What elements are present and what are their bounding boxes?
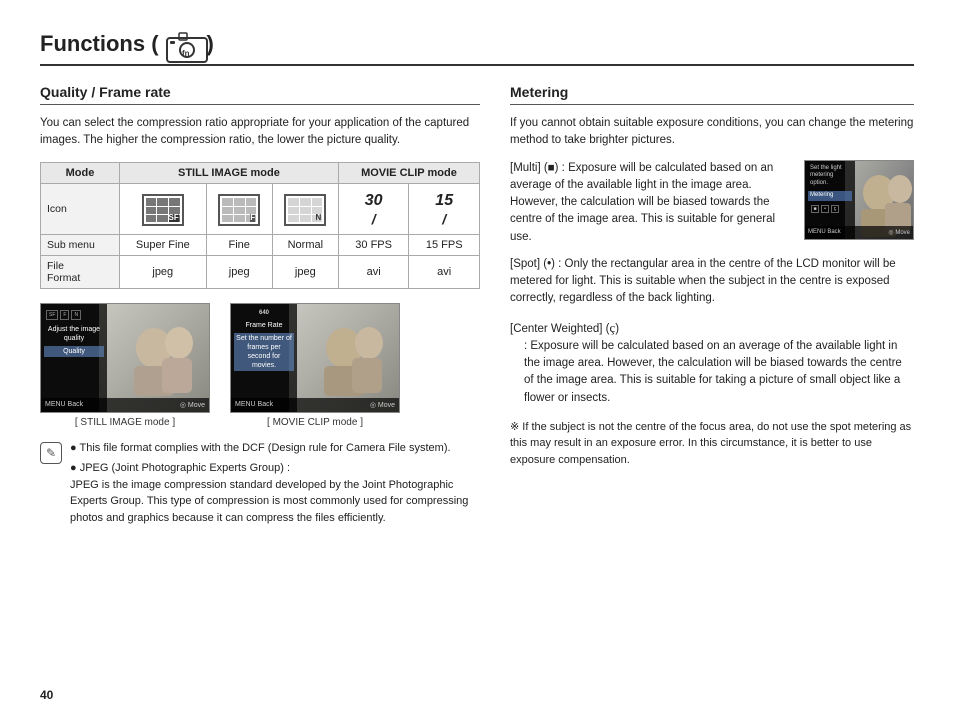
metering-bottom-bar: MENU Back ◎ Move <box>805 226 913 239</box>
ss-menu-quality: Adjust the image quality <box>44 324 104 344</box>
movie-photo-area <box>289 304 399 412</box>
movie-caption: [ MOVIE CLIP mode ] <box>230 417 400 428</box>
camera-icon: fn <box>165 30 201 58</box>
note-text: ● This file format complies with the DCF… <box>70 440 480 531</box>
table-row-format: File Format jpeg jpeg jpeg avi avi <box>41 255 480 288</box>
format-n: jpeg <box>272 255 338 288</box>
table-row-submenu: Sub menu Super Fine Fine Normal 30 FPS 1… <box>41 234 480 255</box>
format-f: jpeg <box>206 255 272 288</box>
icon-sf: SF <box>119 183 206 234</box>
movie-mode-screenshot: 640 Frame Rate Set the number of frames … <box>230 303 400 413</box>
ms-item-1: Set the light metering option. <box>808 164 852 189</box>
icon-30fps: 30/ <box>338 183 409 234</box>
col-movie: MOVIE CLIP mode <box>338 162 479 183</box>
ss-menu-quality-active: Quality <box>44 346 104 357</box>
spot-metering-block: [Spot] (•) : Only the rectangular area i… <box>510 256 914 308</box>
submenu-15: 15 FPS <box>409 234 480 255</box>
still-mode-screenshot-wrap: SF F N Adjust the image quality Quality … <box>40 303 210 428</box>
warning-box: ※ If the subject is not the centre of th… <box>510 419 914 469</box>
quality-section-heading: Quality / Frame rate <box>40 84 480 105</box>
right-column: Metering If you cannot obtain suitable e… <box>510 84 914 530</box>
icon-label: Icon <box>41 183 120 234</box>
multi-text: [Multi] (■) : Exposure will be calculate… <box>510 160 794 246</box>
still-caption: [ STILL IMAGE mode ] <box>40 417 210 428</box>
quality-intro: You can select the compression ratio app… <box>40 115 480 150</box>
page-title: Functions ( fn ) <box>40 30 914 66</box>
note-bullet-1: ● This file format complies with the DCF… <box>70 440 480 457</box>
note-box: ✎ ● This file format complies with the D… <box>40 440 480 531</box>
still-bottom-bar: MENU Back ◎ Move <box>41 398 209 412</box>
multi-metering-block: [Multi] (■) : Exposure will be calculate… <box>510 160 914 246</box>
table-row-icon: Icon SF <box>41 183 480 234</box>
format-sf: jpeg <box>119 255 206 288</box>
multi-label: [Multi] (■) : Exposure will be calculate… <box>510 162 775 243</box>
spot-label: [Spot] (•) : Only the rectangular area i… <box>510 258 896 305</box>
page-number: 40 <box>40 688 53 702</box>
left-column: Quality / Frame rate You can select the … <box>40 84 480 530</box>
movie-bottom-bar: MENU Back ◎ Move <box>231 398 399 412</box>
icon-f: F <box>206 183 272 234</box>
ms-icons: ■ • ç <box>808 203 852 215</box>
submenu-30: 30 FPS <box>338 234 409 255</box>
icon-n: N <box>272 183 338 234</box>
movie-mode-screenshot-wrap: 640 Frame Rate Set the number of frames … <box>230 303 400 428</box>
format-30: avi <box>338 255 409 288</box>
screenshots: SF F N Adjust the image quality Quality … <box>40 303 480 428</box>
col-mode: Mode <box>41 162 120 183</box>
submenu-sf: Super Fine <box>119 234 206 255</box>
still-photo-area <box>99 304 209 412</box>
note-icon: ✎ <box>40 442 62 464</box>
svg-text:fn: fn <box>182 49 190 58</box>
metering-intro: If you cannot obtain suitable exposure c… <box>510 115 914 150</box>
mode-table: Mode STILL IMAGE mode MOVIE CLIP mode Ic… <box>40 162 480 289</box>
submenu-label: Sub menu <box>41 234 120 255</box>
ss-menu-framerate: Frame Rate <box>234 320 294 331</box>
submenu-n: Normal <box>272 234 338 255</box>
metering-screenshot: Set the light metering option. Metering … <box>804 160 914 240</box>
format-label: File Format <box>41 255 120 288</box>
format-15: avi <box>409 255 480 288</box>
submenu-f: Fine <box>206 234 272 255</box>
metering-section-heading: Metering <box>510 84 914 105</box>
col-still: STILL IMAGE mode <box>119 162 338 183</box>
still-menu: SF F N Adjust the image quality Quality <box>41 304 107 412</box>
center-weighted-label: [Center Weighted] (ç) <box>510 318 914 338</box>
center-weighted-block: [Center Weighted] (ç) : Exposure will be… <box>510 318 914 407</box>
ms-item-2: Metering <box>808 191 852 201</box>
movie-menu: 640 Frame Rate Set the number of frames … <box>231 304 297 412</box>
note-bullet-2: ● JPEG (Joint Photographic Experts Group… <box>70 460 480 526</box>
ss-menu-framerate-desc: Set the number of frames per second for … <box>234 333 294 371</box>
icon-15fps: 15/ <box>409 183 480 234</box>
center-weighted-desc: : Exposure will be calculated based on a… <box>510 338 914 407</box>
still-mode-screenshot: SF F N Adjust the image quality Quality … <box>40 303 210 413</box>
